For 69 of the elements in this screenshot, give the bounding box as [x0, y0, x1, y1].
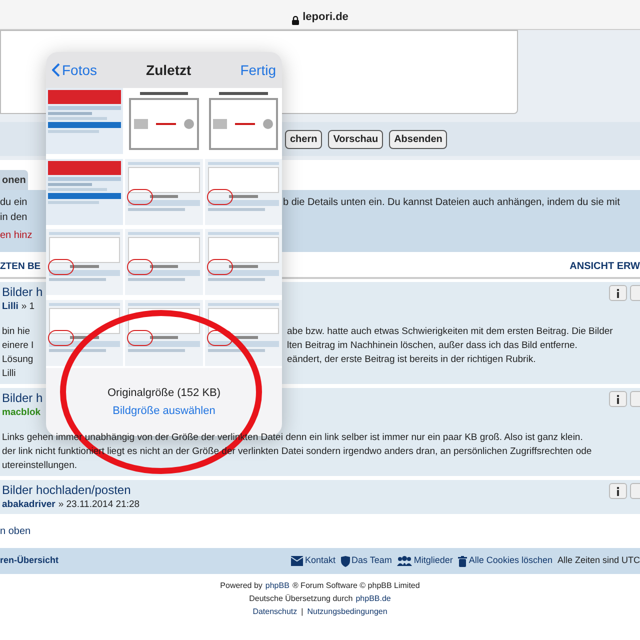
- trash-icon: [458, 556, 467, 566]
- screenshot-thumbnail[interactable]: [125, 229, 203, 295]
- author-name[interactable]: macblok: [2, 406, 41, 419]
- screenshot-thumbnail[interactable]: [125, 300, 203, 366]
- notice-text: b die Details unten ein. Du kannst Dateien auch anhängen, indem du sie mit: [283, 196, 621, 210]
- timezone-text: Alle Zeiten sind UTC: [557, 554, 640, 568]
- shield-icon: [340, 556, 350, 566]
- screenshot-thumbnail[interactable]: [204, 229, 282, 295]
- expand-view-link[interactable]: ANSICHT ERW: [570, 259, 640, 274]
- group-icon: [396, 556, 412, 566]
- lock-icon: [292, 16, 299, 25]
- post-date: » 23.11.2014 21:28: [58, 498, 140, 511]
- screenshot-thumbnail[interactable]: [46, 229, 124, 295]
- post-title[interactable]: Bilder hochladen/posten: [2, 483, 140, 498]
- size-label: Originalgröße (152 KB): [107, 386, 221, 400]
- back-to-top-link[interactable]: n oben: [0, 524, 31, 538]
- envelope-icon: [291, 556, 304, 566]
- screenshot-thumbnail[interactable]: [46, 88, 124, 154]
- notice-text: in den: [0, 211, 28, 225]
- screenshot-thumbnail[interactable]: [204, 300, 282, 366]
- form-button[interactable]: Absenden: [389, 130, 448, 148]
- screenshot-thumbnail[interactable]: [46, 158, 124, 224]
- tab[interactable]: onen: [0, 170, 28, 190]
- back-button[interactable]: Fotos: [52, 60, 98, 80]
- post-text: Lilli: [2, 367, 17, 381]
- post-text: utereinstellungen.: [2, 459, 78, 473]
- credit-link[interactable]: phpBB.de: [356, 592, 391, 605]
- form-button[interactable]: chern: [285, 130, 322, 148]
- choose-size-link[interactable]: Bildgröße auswählen: [112, 403, 216, 420]
- post-text: lten Beitrag im Nachhinein löschen, außer dass ich das Bild entferne.: [287, 339, 578, 353]
- picker-title: Zuletzt: [146, 60, 192, 80]
- post-text: eändert, der erste Beitrag ist bereits in der richtigen Rubrik.: [287, 353, 537, 367]
- credit-text: Powered by: [220, 580, 262, 592]
- info-button[interactable]: [609, 391, 627, 407]
- forum-overview-link[interactable]: ren-Übersicht: [0, 554, 59, 568]
- post-text: einere I: [2, 339, 35, 353]
- post-text: bin hie: [2, 325, 31, 339]
- credit-text: ® Forum Software © phpBB Limited: [292, 580, 420, 592]
- attachment-link[interactable]: en hinz: [0, 228, 640, 243]
- post-title[interactable]: Bilder h: [2, 391, 43, 406]
- chevron-left-icon: [52, 63, 60, 77]
- notice-text: du ein: [0, 196, 28, 210]
- footer-link[interactable]: Mitglieder: [414, 554, 453, 568]
- privacy-link[interactable]: Datenschutz: [252, 605, 298, 618]
- post-date: » 1: [21, 300, 35, 313]
- form-button[interactable]: Vorschau: [328, 130, 384, 148]
- info-icon: [616, 394, 620, 404]
- credit-link[interactable]: phpBB: [265, 579, 290, 592]
- footer-link[interactable]: Das Team: [352, 554, 392, 568]
- credit-text: Deutsche Übersetzung durch: [249, 593, 353, 605]
- section-title: ZTEN BE: [0, 260, 41, 274]
- address-text[interactable]: lepori.de: [302, 8, 348, 25]
- screenshot-thumbnail[interactable]: [125, 158, 203, 224]
- author-name[interactable]: Lilli: [2, 300, 18, 313]
- info-icon: [616, 486, 620, 496]
- screenshot-thumbnail[interactable]: [46, 300, 124, 366]
- author-name[interactable]: abakadriver: [2, 498, 56, 511]
- done-button[interactable]: Fertig: [240, 60, 276, 80]
- post-text: abe bzw. hatte auch etwas Schwierigkeiten mit dem ersten Beitrag. Die Bilder: [287, 325, 614, 339]
- info-button[interactable]: [609, 483, 627, 499]
- separator-text: |: [301, 606, 304, 618]
- screenshot-thumbnail[interactable]: [204, 158, 282, 224]
- info-icon: [616, 288, 620, 298]
- post-title[interactable]: Bilder h: [2, 285, 43, 300]
- footer-link[interactable]: Kontakt: [305, 554, 336, 568]
- info-button[interactable]: [609, 285, 627, 301]
- terms-link[interactable]: Nutzungsbedingungen: [307, 605, 388, 618]
- post-text: Lösung: [2, 353, 34, 367]
- footer-link[interactable]: Alle Cookies löschen: [468, 554, 552, 568]
